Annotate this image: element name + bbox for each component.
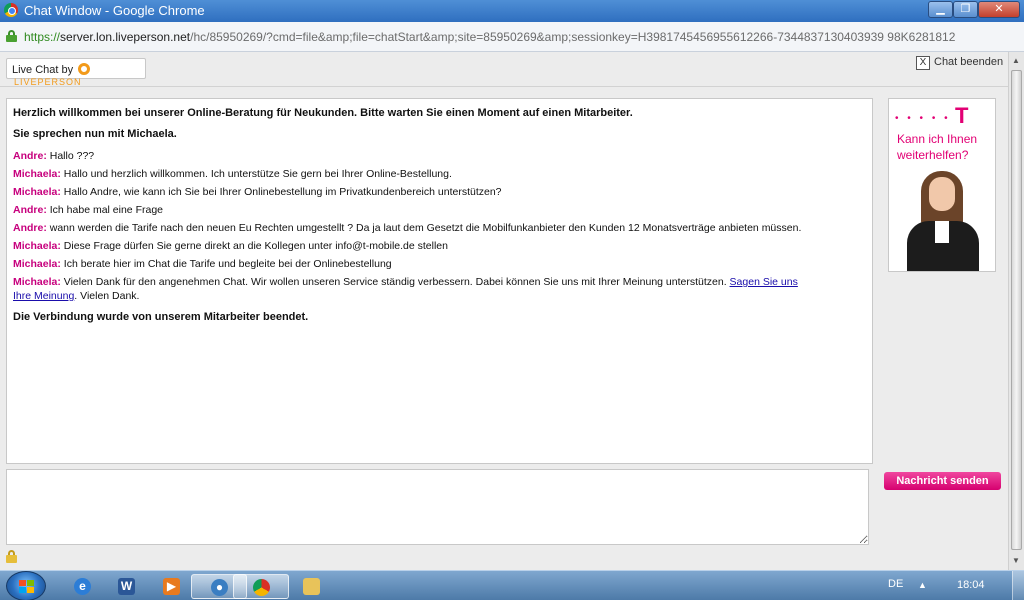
close-icon[interactable]: X	[916, 56, 930, 70]
internet-explorer-icon: e	[74, 578, 91, 595]
chat-page: Live Chat by LIVEPERSON X Chat beenden He…	[0, 52, 1008, 570]
windows-taskbar: e W ▶ ● DE ▲ 18:04	[0, 570, 1024, 600]
message-sender: Andre:	[13, 222, 47, 234]
message-input[interactable]	[6, 469, 869, 545]
close-window-button[interactable]: ✕	[978, 1, 1020, 18]
message-list: Andre: Hallo ??? Michaela: Hallo und herz…	[13, 149, 866, 271]
chat-message: Andre: Ich habe mal eine Frage	[13, 203, 813, 217]
url-scheme: https://	[24, 30, 61, 44]
page-scrollbar[interactable]: ▲ ▼	[1008, 52, 1024, 570]
liveperson-logo-icon	[78, 63, 91, 75]
agent-connected-message: Sie sprechen nun mit Michaela.	[13, 128, 177, 140]
agent-photo	[901, 167, 985, 271]
message-text: Diese Frage dürfen Sie gerne direkt an d…	[60, 240, 448, 252]
chat-message: Andre: wann werden die Tarife nach den n…	[13, 221, 813, 235]
window-title: Chat Window - Google Chrome	[24, 3, 205, 18]
language-indicator[interactable]: DE	[888, 578, 903, 590]
title-bar: Chat Window - Google Chrome ▁ ❐ ✕	[0, 0, 1024, 22]
header-divider	[0, 86, 1008, 87]
show-desktop-button[interactable]	[1012, 571, 1024, 600]
chrome-icon	[253, 579, 270, 596]
taskbar-chrome[interactable]	[233, 574, 289, 599]
chat-message: Michaela: Hallo und herzlich willkommen.…	[13, 167, 813, 181]
end-chat-button[interactable]: X Chat beenden	[916, 56, 1003, 70]
taskbar-file-explorer[interactable]	[284, 574, 340, 599]
chat-message: Michaela: Diese Frage dürfen Sie gerne d…	[13, 239, 813, 253]
live-chat-label: Live Chat by	[12, 64, 74, 76]
word-icon: W	[118, 578, 135, 595]
scrollbar-thumb[interactable]	[1011, 70, 1022, 550]
chat-message: Andre: Hallo ???	[13, 149, 813, 163]
message-sender: Michaela:	[13, 186, 61, 198]
secure-connection-icon	[6, 550, 17, 563]
media-player-icon: ▶	[163, 578, 180, 595]
message-text: Ich habe mal eine Frage	[46, 204, 163, 216]
message-text: Vielen Dank für den angenehmen Chat. Wir…	[60, 276, 730, 288]
chat-message: Michaela: Ich berate hier im Chat die Ta…	[13, 257, 813, 271]
url-path: /hc/85950269/?cmd=file&amp;file=chatStar…	[190, 30, 956, 44]
message-text: wann werden die Tarife nach den neuen Eu…	[46, 222, 802, 234]
message-text: Hallo ???	[46, 150, 95, 162]
message-text: Hallo Andre, wie kann ich Sie bei Ihrer …	[60, 186, 502, 198]
message-text: . Vielen Dank.	[74, 290, 140, 302]
liveperson-badge[interactable]: Live Chat by LIVEPERSON	[6, 58, 146, 87]
scroll-down-icon[interactable]: ▼	[1012, 556, 1020, 565]
message-sender: Michaela:	[13, 168, 61, 180]
message-text: Hallo und herzlich willkommen. Ich unter…	[60, 168, 452, 180]
ad-tagline: Kann ich Ihnen weiterhelfen?	[897, 132, 978, 162]
end-chat-label[interactable]: Chat beenden	[934, 56, 1003, 68]
telekom-logo-icon: T	[955, 103, 969, 128]
send-message-button[interactable]: Nachricht senden	[884, 472, 1001, 490]
chat-transcript[interactable]: Herzlich willkommen bei unserer Online-B…	[6, 98, 873, 464]
url-host: server.lon.liveperson.net	[60, 30, 191, 44]
ad-dots: • • • • •	[895, 113, 951, 124]
start-button[interactable]	[6, 571, 46, 600]
message-sender: Michaela:	[13, 276, 61, 288]
folder-icon	[303, 578, 320, 595]
chat-message: Michaela: Hallo Andre, wie kann ich Sie …	[13, 185, 813, 199]
message-sender: Michaela:	[13, 258, 61, 270]
chrome-icon	[4, 3, 18, 17]
message-sender: Michaela:	[13, 240, 61, 252]
windows-logo-icon	[19, 580, 35, 594]
messenger-icon: ●	[211, 579, 228, 596]
clock[interactable]: 18:04	[957, 579, 985, 591]
message-sender: Andre:	[13, 150, 47, 162]
chat-ended-message: Die Verbindung wurde von unserem Mitarbe…	[13, 311, 309, 323]
message-text: Ich berate hier im Chat die Tarife und b…	[60, 258, 392, 270]
chat-message: Michaela: Vielen Dank für den angenehmen…	[13, 275, 813, 303]
telekom-ad-banner[interactable]: • • • • • T Kann ich Ihnen weiterhelfen?	[888, 98, 996, 272]
welcome-message: Herzlich willkommen bei unserer Online-B…	[13, 107, 633, 119]
message-sender: Andre:	[13, 204, 47, 216]
secure-lock-icon[interactable]	[6, 30, 17, 42]
minimize-button[interactable]: ▁	[928, 1, 953, 18]
address-bar[interactable]: https://server.lon.liveperson.net/hc/859…	[0, 22, 1024, 52]
scroll-up-icon[interactable]: ▲	[1012, 56, 1020, 65]
url-text[interactable]: https://server.lon.liveperson.net/hc/859…	[24, 30, 955, 44]
tray-expand-icon[interactable]: ▲	[918, 580, 927, 590]
maximize-button[interactable]: ❐	[953, 1, 978, 18]
